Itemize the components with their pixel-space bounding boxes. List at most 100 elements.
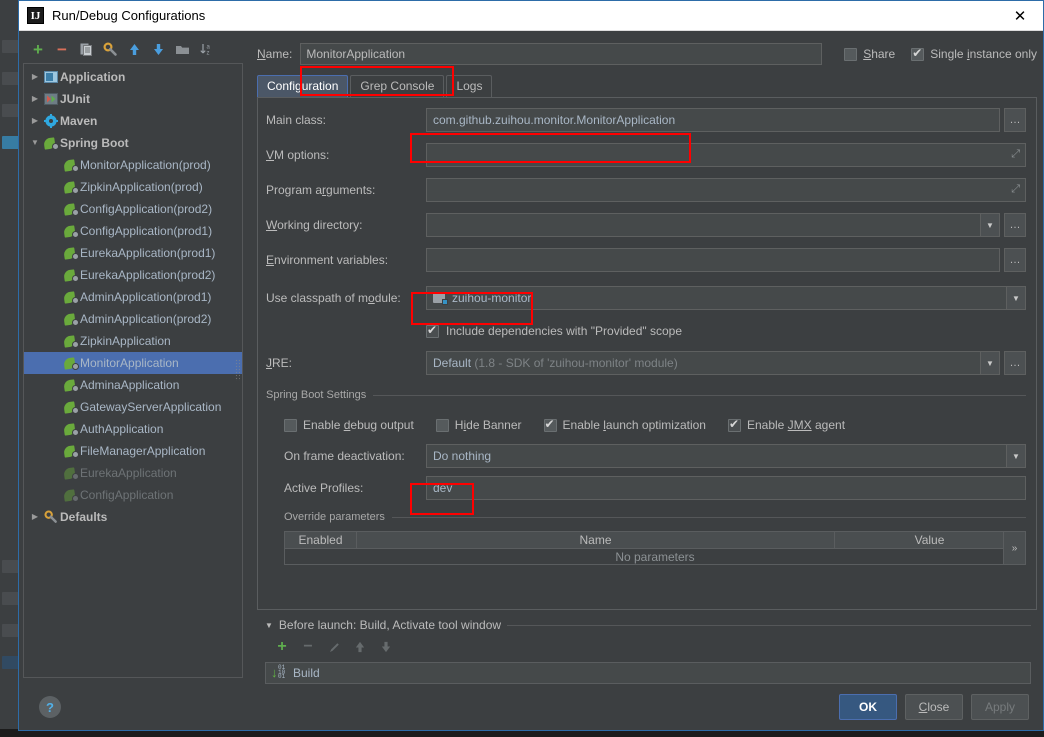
enable-jmx-agent-label: Enable JMX agent xyxy=(746,418,846,432)
spring-boot-icon xyxy=(62,334,80,348)
chevron-down-icon[interactable]: ▼ xyxy=(1006,445,1025,467)
edit-task-button xyxy=(323,636,345,658)
close-button[interactable]: Close xyxy=(905,694,963,720)
spring-boot-icon xyxy=(62,312,80,326)
working-directory-browse-button[interactable]: … xyxy=(1004,213,1026,237)
before-launch-header[interactable]: ▼ Before launch: Build, Activate tool wi… xyxy=(265,616,1031,634)
expand-icon[interactable]: ⤢ xyxy=(1011,183,1020,196)
enable-launch-optimization-checkbox[interactable]: Enable launch optimization xyxy=(543,417,706,432)
main-class-input[interactable]: com.github.zuihou.monitor.MonitorApplica… xyxy=(426,108,1000,132)
environment-variables-input[interactable] xyxy=(426,248,1000,272)
ok-button[interactable]: OK xyxy=(839,694,897,720)
tree-item-configapplication[interactable]: ConfigApplication xyxy=(24,484,242,506)
tree-item-monitorapplication[interactable]: MonitorApplication xyxy=(24,352,242,374)
move-task-up-button xyxy=(349,636,371,658)
override-parameters-header: Override parameters xyxy=(284,508,1026,526)
tree-item-eurekaapplication-prod2[interactable]: EurekaApplication(prod2) xyxy=(24,264,242,286)
include-provided-scope-checkbox[interactable]: Include dependencies with "Provided" sco… xyxy=(426,321,1026,341)
working-directory-combo[interactable]: ▼ xyxy=(426,213,1000,237)
override-parameters-table[interactable]: Enabled Name Value No parameters » xyxy=(284,531,1026,565)
name-input[interactable] xyxy=(300,43,823,65)
use-classpath-of-module-combo[interactable]: zuihou-monitor ▼ xyxy=(426,286,1026,310)
chevron-right-icon[interactable]: ▶ xyxy=(28,95,42,103)
add-task-button[interactable]: + xyxy=(271,636,293,658)
checkbox-box xyxy=(435,418,449,432)
tree-group-label: Spring Boot xyxy=(60,136,129,150)
tree-item-gatewayserverapplication[interactable]: GatewayServerApplication xyxy=(24,396,242,418)
program-arguments-input[interactable] xyxy=(426,178,1026,202)
checkbox-box xyxy=(844,47,858,61)
share-checkbox[interactable]: Share xyxy=(844,47,895,61)
hide-banner-checkbox[interactable]: Hide Banner xyxy=(435,418,522,432)
tab-logs[interactable]: Logs xyxy=(446,75,493,97)
chevron-down-icon[interactable]: ▼ xyxy=(265,621,273,630)
configurations-tree[interactable]: ▶ Application ▶ JUnit ▶ Maven ▼ Spring B… xyxy=(23,63,243,678)
single-instance-only-checkbox[interactable]: Single instance only xyxy=(911,46,1037,61)
table-more-columns-button[interactable]: » xyxy=(1003,532,1025,564)
spring-boot-icon xyxy=(62,158,80,172)
close-icon[interactable]: ✕ xyxy=(997,1,1043,30)
tree-item-configapplication-prod2[interactable]: ConfigApplication(prod2) xyxy=(24,198,242,220)
chevron-down-icon[interactable]: ▼ xyxy=(1006,287,1025,309)
sort-az-icon[interactable]: a z xyxy=(195,38,217,60)
folder-icon[interactable] xyxy=(171,38,193,60)
chevron-right-icon[interactable]: ▶ xyxy=(28,513,42,521)
copy-configuration-icon[interactable] xyxy=(75,38,97,60)
move-down-button[interactable] xyxy=(147,38,169,60)
vm-options-input[interactable] xyxy=(426,143,1026,167)
checkbox-box xyxy=(911,46,925,61)
environment-variables-browse-button[interactable]: … xyxy=(1004,248,1026,272)
enable-jmx-agent-checkbox[interactable]: Enable JMX agent xyxy=(727,417,846,432)
jre-combo[interactable]: Default (1.8 - SDK of 'zuihou-monitor' m… xyxy=(426,351,1000,375)
before-launch-task-list[interactable]: ↓ 01 10 01 Build xyxy=(265,662,1031,684)
enable-debug-output-checkbox[interactable]: Enable debug output xyxy=(284,418,414,432)
tree-group-junit[interactable]: ▶ JUnit xyxy=(24,88,242,110)
jre-value: Default (1.8 - SDK of 'zuihou-monitor' m… xyxy=(427,356,980,370)
tree-item-filemanagerapplication[interactable]: FileManagerApplication xyxy=(24,440,242,462)
tree-item-zipkinapplication[interactable]: ZipkinApplication xyxy=(24,330,242,352)
environment-variables-label: Environment variables: xyxy=(266,253,389,267)
chevron-down-icon[interactable]: ▼ xyxy=(980,352,999,374)
dialog-titlebar: IJ Run/Debug Configurations ✕ xyxy=(19,1,1043,31)
active-profiles-input[interactable]: dev xyxy=(426,476,1026,500)
tree-item-eurekaapplication-prod1[interactable]: EurekaApplication(prod1) xyxy=(24,242,242,264)
tree-item-eurekaapplication[interactable]: EurekaApplication xyxy=(24,462,242,484)
tree-group-spring-boot[interactable]: ▼ Spring Boot xyxy=(24,132,242,154)
tree-item-authapplication[interactable]: AuthApplication xyxy=(24,418,242,440)
tree-item-adminapplication-prod1[interactable]: AdminApplication(prod1) xyxy=(24,286,242,308)
tree-item-monitorapplication-prod[interactable]: MonitorApplication(prod) xyxy=(24,154,242,176)
chevron-right-icon[interactable]: ▶ xyxy=(28,117,42,125)
tab-grep-console[interactable]: Grep Console xyxy=(350,75,445,97)
on-frame-deactivation-combo[interactable]: Do nothing ▼ xyxy=(426,444,1026,468)
tree-item-adminaapplication[interactable]: AdminaApplication xyxy=(24,374,242,396)
tree-resize-grip[interactable] xyxy=(235,359,240,381)
tree-item-adminapplication-prod2[interactable]: AdminApplication(prod2) xyxy=(24,308,242,330)
checkbox-box xyxy=(543,417,557,432)
add-configuration-button[interactable]: + xyxy=(27,38,49,60)
spring-boot-children: MonitorApplication(prod) ZipkinApplicatio… xyxy=(24,154,242,506)
tree-toolbar: + − a z xyxy=(23,35,247,63)
expand-icon[interactable]: ⤢ xyxy=(1011,148,1020,161)
move-up-button[interactable] xyxy=(123,38,145,60)
tree-item-label: AdminaApplication xyxy=(80,378,180,392)
tab-configuration[interactable]: Configuration xyxy=(257,75,349,97)
tree-item-label: ConfigApplication xyxy=(80,488,174,502)
wrench-icon[interactable] xyxy=(99,38,121,60)
close-button-label-rest: lose xyxy=(927,700,950,714)
chevron-right-icon[interactable]: ▶ xyxy=(28,73,42,81)
tree-item-zipkinapplication-prod[interactable]: ZipkinApplication(prod) xyxy=(24,176,242,198)
tree-item-configapplication-prod1[interactable]: ConfigApplication(prod1) xyxy=(24,220,242,242)
column-header-enabled: Enabled xyxy=(285,532,357,548)
chevron-down-icon[interactable]: ▼ xyxy=(28,139,42,147)
remove-configuration-button[interactable]: − xyxy=(51,38,73,60)
tree-group-maven[interactable]: ▶ Maven xyxy=(24,110,242,132)
dialog-main-row: + − a z ▶ Application ▶ JUnit ▶ Maven ▼ … xyxy=(19,31,1043,684)
editor-tabs: Configuration Grep Console Logs xyxy=(257,73,1037,97)
chevron-down-icon[interactable]: ▼ xyxy=(980,214,999,236)
hide-banner-label: Hide Banner xyxy=(454,418,522,432)
help-button[interactable]: ? xyxy=(39,696,61,718)
tree-group-defaults[interactable]: ▶ Defaults xyxy=(24,506,242,528)
tree-group-application[interactable]: ▶ Application xyxy=(24,66,242,88)
jre-browse-button[interactable]: … xyxy=(1004,351,1026,375)
main-class-browse-button[interactable]: … xyxy=(1004,108,1026,132)
